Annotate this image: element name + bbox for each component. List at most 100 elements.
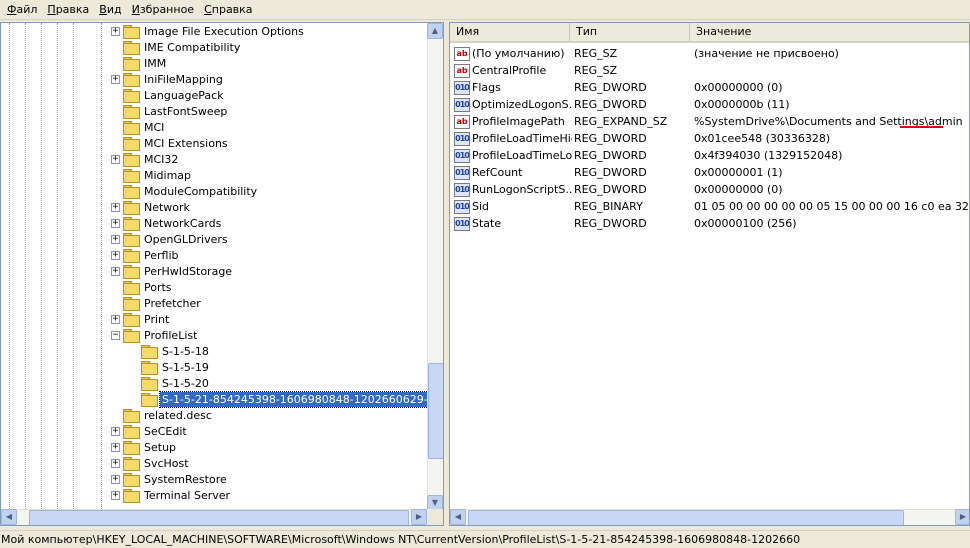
value-row[interactable]: ab CentralProfile REG_SZ [454, 62, 969, 79]
tree-node[interactable]: + Perflib [111, 247, 181, 263]
tree-node-label: Image File Execution Options [144, 24, 304, 38]
value-row[interactable]: 010 RefCount REG_DWORD 0x00000001 (1) [454, 164, 969, 181]
tree-node[interactable]: Ports [111, 279, 174, 295]
tree-node[interactable]: related.desc [111, 407, 214, 423]
value-row[interactable]: 010 ProfileLoadTimeLow REG_DWORD 0x4f394030… [454, 147, 969, 164]
plus-box-icon[interactable]: + [111, 266, 120, 276]
minus-box-icon[interactable]: − [111, 330, 120, 340]
value-data: 0x00000100 (256) [694, 217, 797, 230]
tree-node[interactable]: MCI [111, 119, 166, 135]
tree-node[interactable]: + Network [111, 199, 192, 215]
folder-icon [141, 345, 158, 359]
plus-box-icon[interactable]: + [111, 218, 120, 228]
tree-vscroll-thumb[interactable] [428, 363, 443, 459]
plus-box-icon[interactable]: + [111, 474, 120, 484]
tree-node[interactable]: + OpenGLDrivers [111, 231, 230, 247]
plus-box-icon[interactable]: + [111, 250, 120, 260]
column-header-value[interactable]: Значение [690, 23, 969, 41]
column-header-type[interactable]: Тип [570, 23, 690, 41]
plus-box-icon[interactable]: + [111, 234, 120, 244]
plus-box-icon[interactable]: + [111, 74, 120, 84]
column-header-name[interactable]: Имя [450, 23, 570, 41]
tree-node-label: Prefetcher [144, 296, 201, 310]
tree-node[interactable]: ModuleCompatibility [111, 183, 259, 199]
tree-node[interactable]: Midimap [111, 167, 193, 183]
tree-node[interactable]: − ProfileList [111, 327, 199, 343]
plus-box-icon[interactable]: + [111, 314, 120, 324]
value-row[interactable]: ab ProfileImagePath REG_EXPAND_SZ %SystemDr… [454, 113, 969, 130]
tree-node-label: S-1-5-18 [162, 344, 209, 358]
value-data: 0x00000000 (0) [694, 81, 783, 94]
value-name: ProfileImagePath [472, 115, 565, 128]
plus-box-icon[interactable]: + [111, 442, 120, 452]
scroll-right-arrow-icon[interactable]: ▶ [411, 509, 427, 525]
tree-node-label: OpenGLDrivers [144, 232, 228, 246]
tree-node[interactable]: LastFontSweep [111, 103, 229, 119]
menu-help[interactable]: Справка [199, 1, 257, 19]
tree-node[interactable]: Prefetcher [111, 295, 203, 311]
plus-box-icon[interactable]: + [111, 458, 120, 468]
menu-file[interactable]: Файл [2, 1, 42, 19]
menu-edit[interactable]: Правка [42, 1, 94, 19]
list-horizontal-scrollbar[interactable]: ◀ ▶ [450, 509, 969, 525]
scroll-up-arrow-icon[interactable]: ▲ [427, 23, 443, 39]
plus-box-icon[interactable]: + [111, 154, 120, 164]
tree-node[interactable]: IMM [111, 55, 168, 71]
binary-value-icon: 010 [454, 131, 470, 146]
value-row[interactable]: 010 State REG_DWORD 0x00000100 (256) [454, 215, 969, 232]
folder-icon [141, 361, 158, 375]
value-row[interactable]: 010 RunLogonScriptS... REG_DWORD 0x00000000… [454, 181, 969, 198]
value-type: REG_SZ [574, 64, 618, 77]
tree-node[interactable]: + SystemRestore [111, 471, 229, 487]
tree-hscroll-thumb[interactable] [29, 510, 409, 525]
tree-node[interactable]: + Print [111, 311, 171, 327]
tree-node[interactable]: + SvcHost [111, 455, 191, 471]
folder-icon [123, 457, 140, 471]
tree-node[interactable]: S-1-5-18 [141, 343, 211, 359]
tree-node[interactable]: S-1-5-19 [141, 359, 211, 375]
tree-node[interactable]: + MCI32 [111, 151, 180, 167]
tree-guide-line [101, 23, 102, 511]
value-name: ProfileLoadTimeHigh [472, 132, 572, 145]
tree-node[interactable]: LanguagePack [111, 87, 226, 103]
menu-view[interactable]: Вид [94, 1, 126, 19]
binary-value-icon: 010 [454, 165, 470, 180]
tree-node-label: ModuleCompatibility [144, 184, 258, 198]
value-row[interactable]: 010ProfileLoadTimeHighREG_DWORD 0x01cee54… [454, 130, 969, 147]
value-row[interactable]: 010 Sid REG_BINARY 01 05 00 00 00 00 00 05 … [454, 198, 969, 215]
tree-vertical-scrollbar[interactable]: ▲ ▼ [427, 23, 443, 511]
tree-node[interactable]: + SeCEdit [111, 423, 189, 439]
tree-node[interactable]: S-1-5-21-854245398-1606980848-1202660629… [141, 390, 427, 408]
tree-node-label: IME Compatibility [144, 40, 241, 54]
scroll-left-arrow-icon[interactable]: ◀ [1, 509, 17, 525]
tree-node-label: Midimap [144, 168, 192, 182]
folder-icon [123, 25, 140, 39]
menu-favorites[interactable]: Избранное [127, 1, 199, 19]
tree-node-label: PerHwIdStorage [144, 264, 233, 278]
plus-box-icon[interactable]: + [111, 426, 120, 436]
tree-node[interactable]: + PerHwIdStorage [111, 263, 234, 279]
tree-horizontal-scrollbar[interactable]: ◀ ▶ [1, 509, 427, 525]
tree-node[interactable]: + NetworkCards [111, 215, 223, 231]
tree-node[interactable]: MCI Extensions [111, 135, 230, 151]
tree-node[interactable]: + IniFileMapping [111, 71, 225, 87]
value-row[interactable]: 010 Flags REG_DWORD 0x00000000 (0) [454, 79, 969, 96]
tree-node[interactable]: + Image File Execution Options [111, 23, 306, 39]
binary-value-icon: 010 [454, 199, 470, 214]
tree-node[interactable]: + Setup [111, 439, 178, 455]
tree-node-label: Terminal Server [144, 488, 231, 502]
scroll-left-arrow-icon[interactable]: ◀ [450, 509, 466, 525]
scroll-right-arrow-icon[interactable]: ▶ [955, 509, 969, 525]
plus-box-icon[interactable]: + [111, 202, 120, 212]
folder-icon [123, 233, 140, 247]
tree-node-label: IniFileMapping [144, 72, 223, 86]
plus-box-icon[interactable]: + [111, 490, 120, 500]
tree-node[interactable]: IME Compatibility [111, 39, 242, 55]
value-row[interactable]: 010 OptimizedLogonS... REG_DWORD 0x0000000b… [454, 96, 969, 113]
tree-node[interactable]: S-1-5-20 [141, 375, 211, 391]
list-hscroll-thumb[interactable] [468, 510, 904, 525]
value-row[interactable]: ab (По умолчанию) REG_SZ (значение не присв… [454, 45, 969, 62]
tree-node[interactable]: + Terminal Server [111, 487, 232, 503]
value-type: REG_SZ [574, 47, 618, 60]
plus-box-icon[interactable]: + [111, 26, 120, 36]
